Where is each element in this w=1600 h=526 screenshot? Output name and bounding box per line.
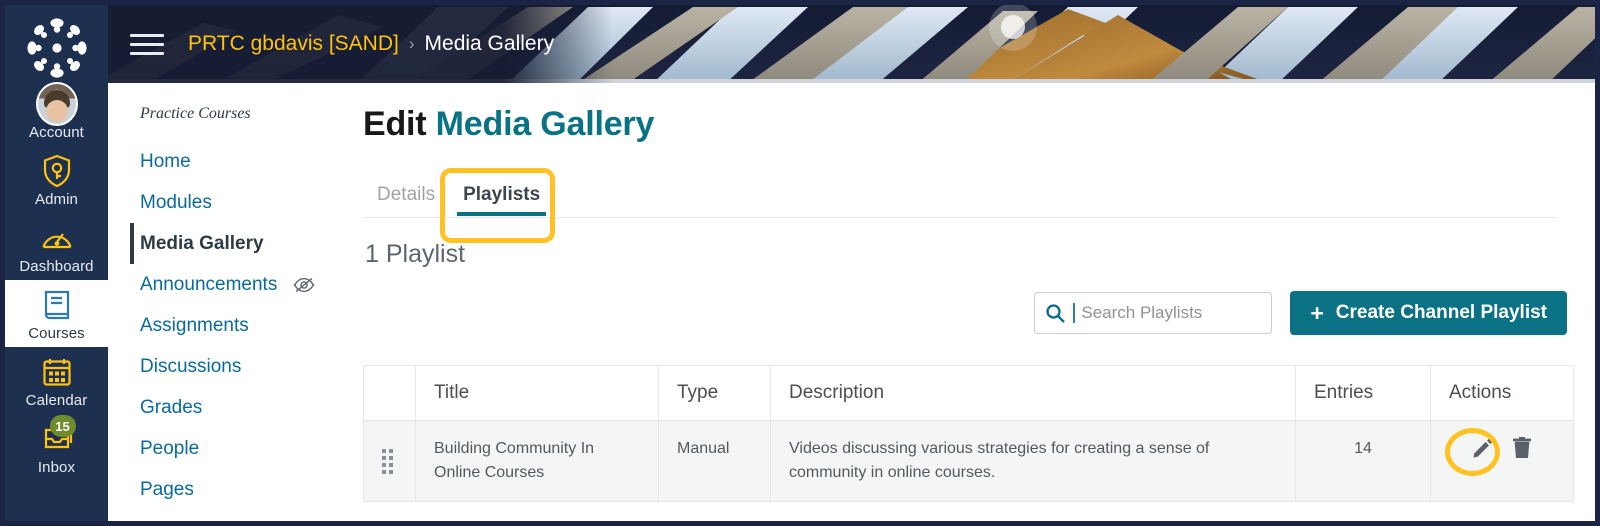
global-nav-inbox-label: Inbox [37, 459, 76, 476]
playlists-toolbar: Search Playlists + Create Channel Playli… [363, 291, 1567, 335]
playlists-table: Title Type Description Entries Actions B… [363, 365, 1574, 502]
column-header-entries[interactable]: Entries [1295, 365, 1431, 421]
tab-list: Details Playlists [363, 170, 1567, 218]
course-nav-discussions[interactable]: Discussions [130, 346, 343, 387]
course-nav-modules-label: Modules [140, 191, 212, 213]
table-header-row: Title Type Description Entries Actions [363, 365, 1574, 421]
breadcrumb-course-link[interactable]: PRTC gbdavis [SAND] [188, 32, 399, 56]
column-header-title[interactable]: Title [415, 365, 659, 421]
global-nav-dashboard[interactable]: Dashboard [5, 213, 108, 280]
canvas-logo[interactable] [26, 17, 88, 79]
course-nav-grades[interactable]: Grades [130, 387, 343, 428]
breadcrumb-bar: PRTC gbdavis [SAND] › Media Gallery [108, 5, 613, 83]
plus-icon: + [1310, 299, 1324, 326]
shield-key-icon [36, 152, 78, 190]
hidden-eye-icon [293, 277, 315, 293]
course-nav-heading: Practice Courses [140, 105, 251, 122]
app-window: Account Admin Dashboard Courses Calendar… [0, 0, 1600, 526]
global-nav-admin[interactable]: Admin [5, 146, 108, 213]
course-banner: PRTC gbdavis [SAND] › Media Gallery [108, 5, 1595, 83]
course-nav-people[interactable]: People [130, 428, 343, 469]
course-nav-announcements-label: Announcements [140, 273, 278, 295]
cell-title[interactable]: Building Community In Online Courses [415, 420, 659, 502]
course-nav-discussions-label: Discussions [140, 355, 242, 377]
cell-description: Videos discussing various strategies for… [770, 420, 1296, 502]
page-title-prefix: Edit [363, 105, 427, 143]
edit-icon[interactable] [1472, 437, 1494, 459]
tabs-divider [363, 217, 1557, 218]
course-nav-modules[interactable]: Modules [130, 182, 343, 223]
inbox-unread-badge: 15 [49, 415, 76, 437]
cell-type: Manual [658, 420, 771, 502]
create-channel-playlist-label: Create Channel Playlist [1335, 302, 1547, 323]
course-nav-pages[interactable]: Pages [130, 469, 343, 510]
search-icon [1045, 303, 1066, 323]
breadcrumb-current: Media Gallery [424, 32, 555, 55]
delete-icon[interactable] [1512, 437, 1532, 459]
table-row: Building Community In Online Courses Man… [363, 420, 1574, 502]
inbox-icon: 15 [36, 415, 78, 458]
tab-playlists[interactable]: Playlists [449, 184, 554, 218]
playlist-count: 1 Playlist [365, 240, 466, 268]
course-nav-media-gallery[interactable]: Media Gallery [130, 223, 343, 264]
course-nav-home[interactable]: Home [130, 141, 343, 182]
row-drag-handle[interactable] [363, 420, 416, 502]
global-nav-account[interactable]: Account [5, 79, 108, 146]
column-header-handle [363, 365, 416, 421]
book-icon [36, 286, 78, 324]
search-input[interactable]: Search Playlists [1034, 292, 1273, 334]
column-header-description[interactable]: Description [770, 365, 1296, 421]
course-nav-grades-label: Grades [140, 396, 203, 418]
cell-actions [1430, 420, 1574, 502]
global-nav-admin-label: Admin [34, 191, 79, 208]
column-header-actions: Actions [1430, 365, 1574, 421]
global-nav-calendar-label: Calendar [25, 392, 88, 409]
tab-details[interactable]: Details [363, 184, 449, 218]
course-nav-assignments-label: Assignments [140, 314, 249, 336]
global-navigation: Account Admin Dashboard Courses Calendar… [5, 5, 108, 521]
course-nav-assignments[interactable]: Assignments [130, 305, 343, 346]
course-nav-announcements[interactable]: Announcements [130, 264, 343, 305]
speedometer-icon [36, 219, 78, 257]
breadcrumb-separator: › [408, 34, 415, 53]
column-header-type[interactable]: Type [658, 365, 771, 421]
course-nav-home-label: Home [140, 150, 191, 172]
main-content: Edit Media Gallery Details Playlists 1 P… [343, 83, 1595, 521]
avatar [35, 82, 78, 126]
drag-handle-icon [382, 449, 393, 474]
hamburger-icon[interactable] [130, 33, 164, 55]
calendar-icon [36, 353, 78, 391]
course-nav-pages-label: Pages [140, 478, 194, 500]
global-nav-account-label: Account [29, 124, 84, 141]
global-nav-dashboard-label: Dashboard [19, 258, 94, 275]
text-cursor [1073, 303, 1076, 323]
global-nav-courses-label: Courses [28, 325, 85, 342]
course-navigation: Practice Courses Home Modules Media Gall… [108, 83, 343, 521]
global-nav-courses[interactable]: Courses [5, 280, 108, 347]
global-nav-calendar[interactable]: Calendar [5, 347, 108, 414]
create-channel-playlist-button[interactable]: + Create Channel Playlist [1290, 291, 1567, 335]
search-placeholder: Search Playlists [1081, 303, 1203, 322]
page-title-accent: Media Gallery [435, 105, 655, 143]
page-title: Edit Media Gallery [363, 105, 1567, 144]
global-nav-inbox[interactable]: 15 Inbox [5, 414, 108, 481]
course-nav-people-label: People [140, 437, 200, 459]
cell-entries: 14 [1295, 420, 1431, 502]
breadcrumb: PRTC gbdavis [SAND] › Media Gallery [188, 32, 554, 56]
course-nav-media-gallery-label: Media Gallery [140, 232, 264, 254]
